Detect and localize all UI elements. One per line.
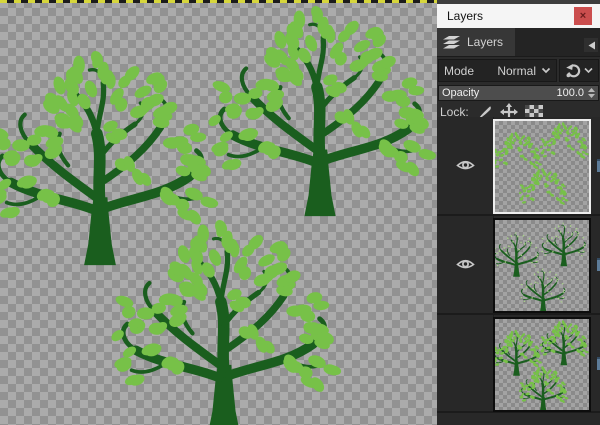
up-down-spinner-icon[interactable]	[588, 88, 595, 98]
layer-list	[437, 117, 600, 425]
left-triangle-icon	[588, 41, 595, 49]
chevron-down-icon	[584, 67, 593, 74]
eye-icon	[455, 259, 475, 269]
opacity-slider[interactable]: Opacity 100.0	[438, 85, 599, 101]
circular-arrow-icon	[566, 63, 581, 77]
gimp-layers-dialog: Layers × Layers Mode Normal Opacity 100.…	[0, 0, 600, 425]
layer-boundary-dashes	[0, 0, 437, 3]
dialog-titlebar[interactable]: Layers ×	[437, 4, 600, 28]
mode-switch-button[interactable]	[559, 59, 599, 82]
layer-row[interactable]	[437, 315, 600, 413]
tab-layers[interactable]: Layers	[437, 28, 516, 56]
layer-thumbnail[interactable]	[493, 218, 591, 313]
chevron-down-icon	[541, 67, 551, 74]
image-canvas[interactable]	[0, 0, 437, 425]
layer-row[interactable]	[437, 216, 600, 315]
close-button[interactable]: ×	[574, 7, 592, 25]
opacity-value: 100.0	[556, 87, 584, 99]
tab-menu-button[interactable]	[584, 38, 598, 52]
mode-value: Normal	[497, 63, 536, 78]
visibility-toggle[interactable]	[437, 216, 494, 313]
mode-dropdown[interactable]: Mode Normal	[438, 59, 557, 82]
layers-stack-icon	[443, 36, 460, 49]
visibility-toggle[interactable]	[437, 315, 494, 411]
tab-label: Layers	[467, 35, 504, 49]
opacity-label: Opacity	[442, 87, 480, 99]
canvas-artwork	[0, 4, 437, 425]
dock-tab-bar: Layers	[437, 28, 600, 57]
close-icon: ×	[579, 10, 587, 22]
layer-list-filler	[437, 413, 600, 425]
mode-row: Mode Normal	[438, 59, 599, 82]
layer-thumbnail[interactable]	[493, 317, 591, 412]
dialog-title: Layers	[447, 9, 484, 23]
layers-panel: Layers × Layers Mode Normal Opacity 100.…	[437, 0, 600, 425]
layer-thumbnail[interactable]	[493, 119, 591, 214]
mode-label: Mode	[444, 63, 475, 78]
eye-icon	[455, 160, 475, 170]
layer-row[interactable]	[437, 117, 600, 216]
visibility-toggle[interactable]	[437, 117, 494, 214]
